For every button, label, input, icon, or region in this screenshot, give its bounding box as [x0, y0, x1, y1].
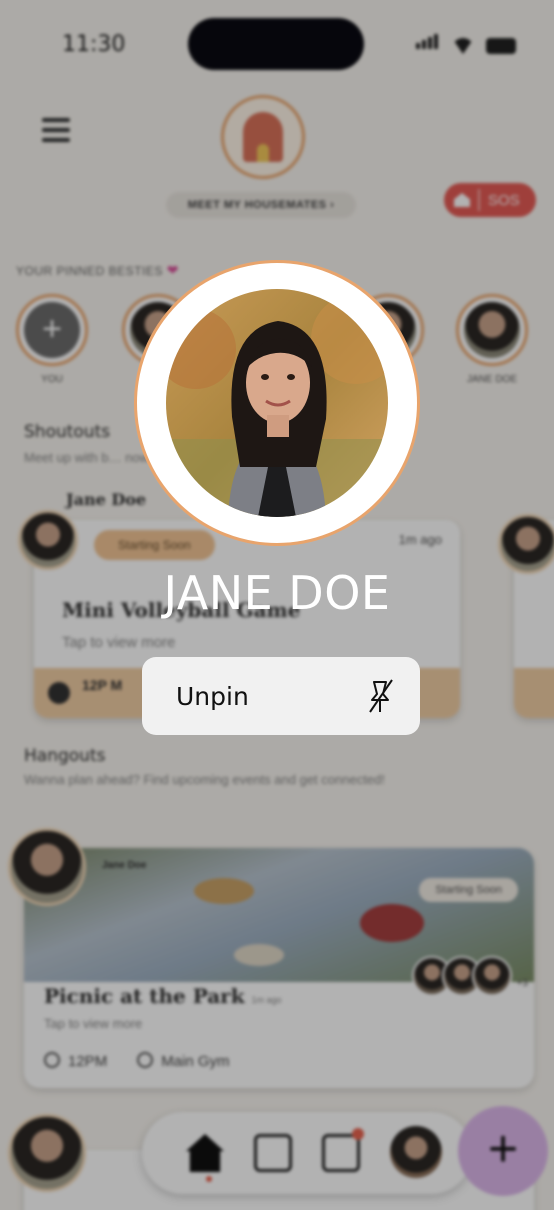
- pin-off-icon: [369, 679, 393, 713]
- unpin-label: Unpin: [176, 681, 249, 711]
- profile-photo: [166, 289, 388, 517]
- context-menu-overlay[interactable]: JANE DOE Unpin: [0, 0, 554, 1210]
- profile-avatar-large: [134, 260, 420, 546]
- unpin-button[interactable]: Unpin: [142, 657, 420, 735]
- profile-photo-illustration: [166, 289, 388, 517]
- profile-name: JANE DOE: [163, 566, 391, 620]
